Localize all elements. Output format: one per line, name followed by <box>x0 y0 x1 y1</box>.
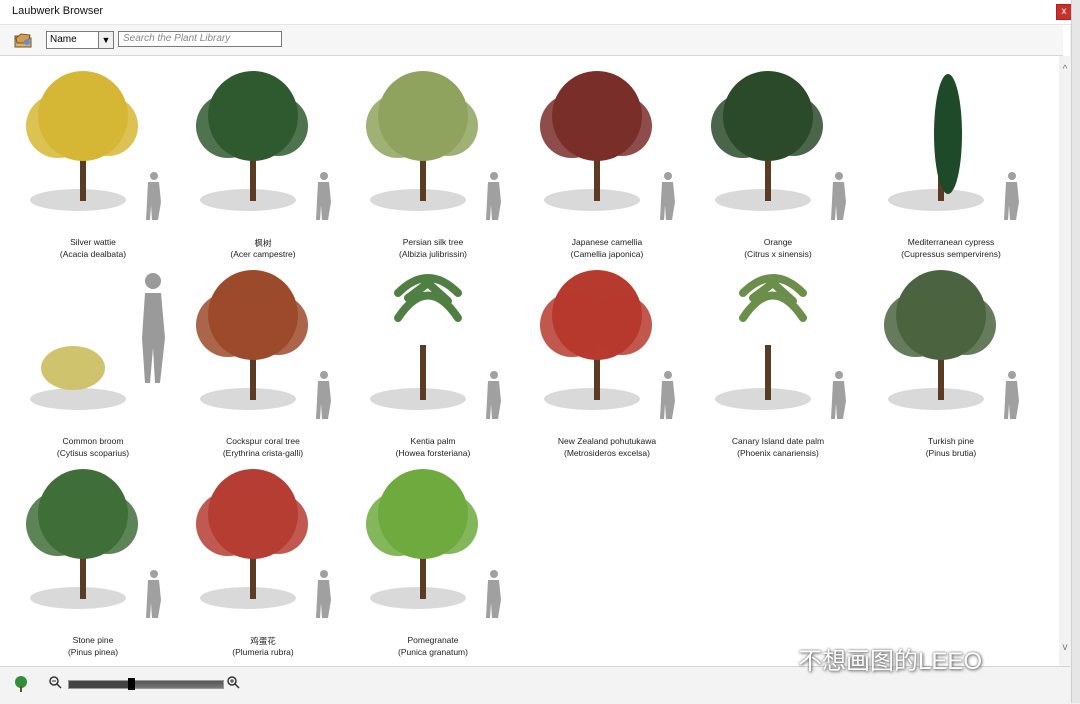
tree-image <box>540 270 675 419</box>
tree-image <box>888 74 1019 220</box>
folder-icon[interactable] <box>12 29 34 51</box>
title-bar: Laubwerk Browser x <box>0 0 1076 25</box>
tree-image <box>711 71 846 220</box>
tree-image <box>196 469 331 618</box>
tree-image <box>715 274 846 419</box>
window-title: Laubwerk Browser <box>12 5 104 17</box>
plant-thumbnail[interactable]: 鸡蛋花 (Plumeria rubra) <box>178 462 348 662</box>
plant-thumbnail[interactable]: Silver wattie (Acacia dealbata) <box>8 64 178 264</box>
tree-image <box>30 273 165 410</box>
plant-latin-name: (Camellia japonica) <box>570 249 644 259</box>
tree-image <box>26 469 161 618</box>
zoom-slider-thumb[interactable] <box>127 678 135 690</box>
tree-image <box>884 270 1019 419</box>
plant-name: Stone pine <box>72 635 114 645</box>
plant-name: Mediterranean cypress <box>907 237 995 247</box>
plant-grid: Silver wattie (Acacia dealbata) 枫树 (Acer ca… <box>0 56 1058 666</box>
plant-latin-name: (Erythrina crista-galli) <box>222 448 304 458</box>
plant-thumbnail[interactable]: Stone pine (Pinus pinea) <box>8 462 178 662</box>
plant-name: Common broom <box>62 436 124 446</box>
tree-image <box>540 71 675 220</box>
plant-thumbnail[interactable]: 枫树 (Acer campestre) <box>178 64 348 264</box>
zoom-out-icon[interactable] <box>48 675 62 689</box>
plant-latin-name: (Albizia julibrissin) <box>398 249 468 259</box>
sort-value: Name <box>50 34 77 45</box>
plant-thumbnail[interactable]: Orange (Citrus x sinensis) <box>693 64 863 264</box>
zoom-slider-fill <box>69 681 131 688</box>
watermark: 不想画图的LEEO <box>798 648 983 675</box>
plant-latin-name: (Phoenix canariensis) <box>737 448 819 458</box>
plant-latin-name: (Howea forsteriana) <box>395 448 471 458</box>
zoom-slider[interactable] <box>68 678 224 690</box>
plant-thumbnail[interactable]: Persian silk tree (Albizia julibrissin) <box>348 64 518 264</box>
plant-name: Japanese camellia <box>571 237 643 247</box>
plant-latin-name: (Acer campestre) <box>230 249 296 259</box>
plant-thumbnail[interactable]: Pomegranate (Punica granatum) <box>348 462 518 662</box>
vertical-scrollbar[interactable] <box>1059 56 1071 666</box>
plant-thumbnail[interactable]: Cockspur coral tree (Erythrina crista-gal… <box>178 263 348 463</box>
plant-name: Kentia palm <box>410 436 456 446</box>
plant-name: Persian silk tree <box>402 237 464 247</box>
plant-name: Pomegranate <box>407 635 459 645</box>
tree-image <box>366 71 501 220</box>
tree-image <box>366 469 501 618</box>
plant-latin-name: (Acacia dealbata) <box>59 249 127 259</box>
plant-name: Turkish pine <box>928 436 974 446</box>
plant-latin-name: (Citrus x sinensis) <box>744 249 812 259</box>
tree-mode-icon[interactable] <box>12 675 30 693</box>
plant-thumbnail[interactable]: Common broom (Cytisus scoparius) <box>8 263 178 463</box>
tree-image <box>196 71 331 220</box>
plant-thumbnail[interactable]: Canary Island date palm (Phoenix canarien… <box>693 263 863 463</box>
plant-thumbnail[interactable]: New Zealand pohutukawa (Metrosideros exce… <box>522 263 692 463</box>
plant-latin-name: (Pinus brutia) <box>925 448 977 458</box>
plant-name: New Zealand pohutukawa <box>557 436 657 446</box>
sort-select[interactable]: Name ▼ <box>46 31 114 49</box>
plant-thumbnail[interactable]: Kentia palm (Howea forsteriana) <box>348 263 518 463</box>
scroll-up-icon[interactable]: ^ <box>1059 64 1071 75</box>
plant-latin-name: (Pinus pinea) <box>67 647 119 657</box>
plant-thumbnail[interactable]: Mediterranean cypress (Cupressus sempervi… <box>866 64 1036 264</box>
chevron-down-icon[interactable]: ▼ <box>98 32 113 48</box>
close-button[interactable]: x <box>1056 4 1072 20</box>
plant-name: Cockspur coral tree <box>226 436 300 446</box>
plant-name: 枫树 <box>254 238 272 248</box>
tree-image <box>370 274 501 419</box>
search-input[interactable]: Search the Plant Library <box>118 31 282 47</box>
plant-name: Canary Island date palm <box>731 436 825 446</box>
plant-thumbnail[interactable]: Turkish pine (Pinus brutia) <box>866 263 1036 463</box>
plant-latin-name: (Plumeria rubra) <box>232 647 294 657</box>
plant-name: 鸡蛋花 <box>250 636 276 646</box>
plant-latin-name: (Cupressus sempervirens) <box>901 249 1001 259</box>
toolbar: Name ▼ Search the Plant Library <box>0 25 1063 56</box>
right-window-edge <box>1071 0 1080 703</box>
zoom-in-icon[interactable] <box>226 675 240 689</box>
browser-window: Laubwerk Browser x Name ▼ Search the Pla… <box>0 0 1076 704</box>
scroll-down-icon[interactable]: v <box>1059 642 1071 653</box>
tree-image <box>26 71 161 220</box>
plant-latin-name: (Metrosideros excelsa) <box>564 448 650 458</box>
plant-name: Silver wattie <box>70 237 116 247</box>
plant-latin-name: (Punica granatum) <box>398 647 468 657</box>
tree-image <box>196 270 331 419</box>
plant-name: Orange <box>763 237 793 247</box>
plant-thumbnail[interactable]: Japanese camellia (Camellia japonica) <box>522 64 692 264</box>
plant-latin-name: (Cytisus scoparius) <box>56 448 130 458</box>
